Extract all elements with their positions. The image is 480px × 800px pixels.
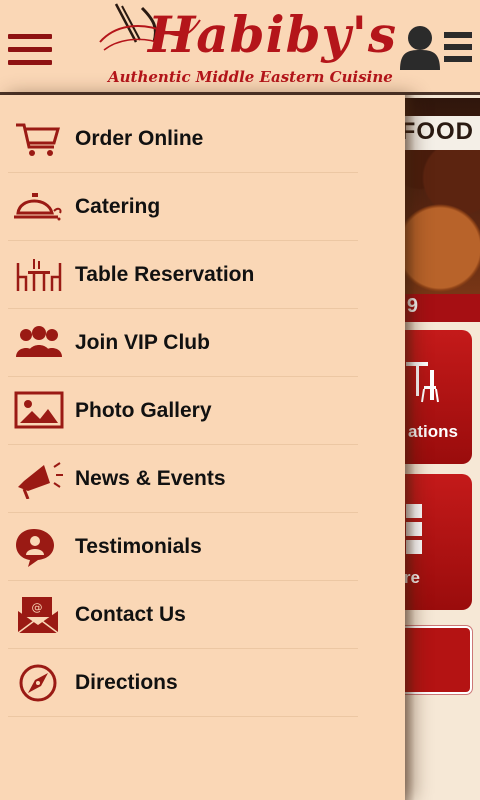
tile-reservations-label: ations (407, 422, 458, 441)
menu-item-order-online[interactable]: Order Online (8, 105, 358, 173)
menu-item-catering[interactable]: Catering (8, 173, 358, 241)
menu-label: Testimonials (75, 535, 202, 558)
serving-tray-icon (14, 193, 62, 221)
logo-title: Habiby's (148, 5, 398, 64)
menu-label: Directions (75, 671, 178, 694)
megaphone-icon (18, 462, 63, 499)
menu-item-testimonials[interactable]: Testimonials (8, 513, 358, 581)
menu-item-photo-gallery[interactable]: Photo Gallery (8, 377, 358, 445)
menu-item-directions[interactable]: Directions (8, 649, 358, 717)
menu-label: Table Reservation (75, 263, 255, 286)
menu-label: Photo Gallery (75, 399, 212, 422)
menu-label: News & Events (75, 467, 226, 490)
dining-table-icon (16, 259, 62, 291)
hamburger-icon[interactable] (8, 34, 52, 66)
envelope-icon: @ (17, 597, 59, 634)
compass-icon (19, 664, 57, 702)
navigation-drawer: Order Online Catering Table Reservation (0, 95, 405, 800)
menu-item-contact-us[interactable]: @ Contact Us (8, 581, 358, 649)
picture-icon (14, 391, 64, 429)
shopping-cart-icon (16, 123, 60, 156)
menu-label: Catering (75, 195, 161, 218)
app-header: Habiby's Authentic Middle Eastern Cuisin… (0, 0, 480, 95)
menu-item-table-reservation[interactable]: Table Reservation (8, 241, 358, 309)
svg-text:@: @ (32, 601, 43, 614)
menu-label: Contact Us (75, 603, 186, 626)
menu-item-join-vip-club[interactable]: Join VIP Club (8, 309, 358, 377)
drawer-shadow (405, 95, 415, 800)
restaurant-logo[interactable]: Habiby's Authentic Middle Eastern Cuisin… (96, 2, 396, 92)
group-people-icon (16, 326, 62, 357)
logo-tagline: Authentic Middle Eastern Cuisine (108, 68, 393, 86)
speech-person-icon (16, 529, 54, 567)
user-list-icon[interactable] (400, 24, 474, 72)
menu-label: Order Online (75, 127, 204, 150)
menu-label: Join VIP Club (75, 331, 210, 354)
menu-item-news-events[interactable]: News & Events (8, 445, 358, 513)
